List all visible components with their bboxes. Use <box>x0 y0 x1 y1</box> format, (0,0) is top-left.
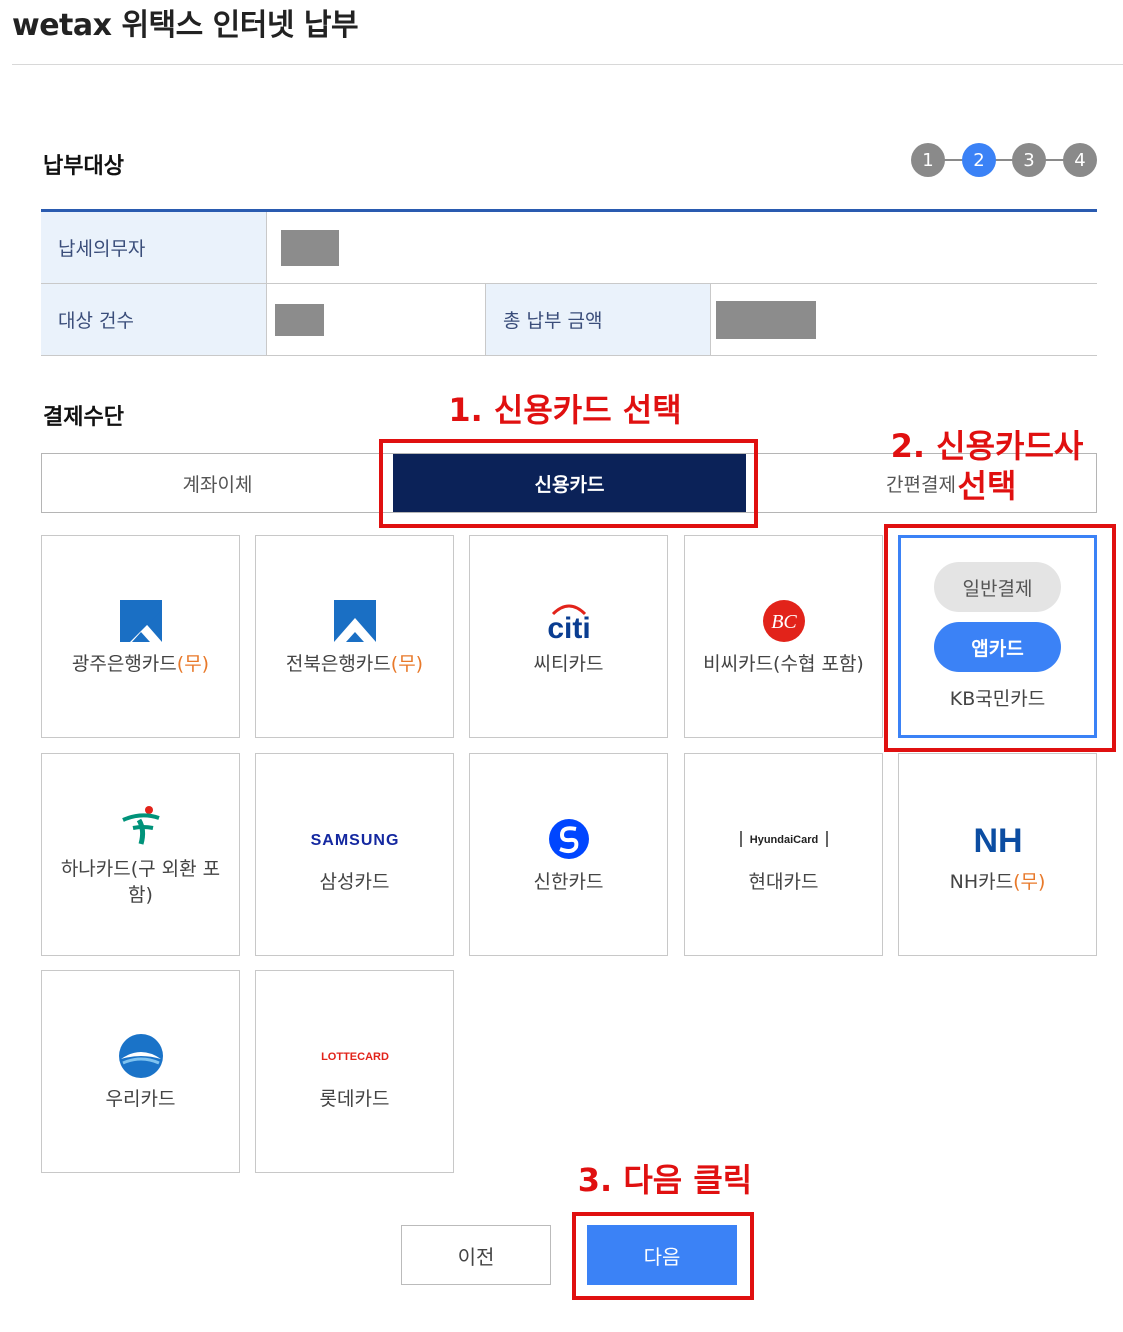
taxpayer-label: 납세의무자 <box>41 212 266 283</box>
shinhan-icon <box>548 815 590 863</box>
card-hyundai[interactable]: HyundaiCard 현대카드 <box>684 753 883 956</box>
total-value <box>710 284 1097 355</box>
bc-logo-text: BC <box>771 611 797 633</box>
card-bc[interactable]: BC 비씨카드(수협 포함) <box>684 535 883 738</box>
card-citi[interactable]: citi 씨티카드 <box>469 535 668 738</box>
free-fee-mark: (무) <box>176 652 210 675</box>
step-1: 1 <box>911 143 945 177</box>
lotte-card-icon: LOTTECARD <box>307 1032 403 1080</box>
annotation-box-kb-card <box>884 524 1116 752</box>
card-lotte[interactable]: LOTTECARD 롯데카드 <box>255 970 454 1173</box>
card-hana[interactable]: 하나카드(구 외환 포함) <box>41 753 240 956</box>
card-name: 하나카드(구 외환 포함) <box>60 857 221 906</box>
bc-icon: BC <box>762 597 806 645</box>
step-4: 4 <box>1063 143 1097 177</box>
gwangju-bank-icon <box>119 597 162 645</box>
card-name: 전북은행카드 <box>285 652 391 675</box>
title-divider <box>12 64 1123 65</box>
hyundai-card-icon: HyundaiCard <box>738 815 830 863</box>
target-section-title: 납부대상 <box>43 154 124 179</box>
tab-bank-transfer[interactable]: 계좌이체 <box>42 454 393 512</box>
citi-icon: citi <box>539 597 599 645</box>
annotation-step1: 1. 신용카드 선택 <box>448 391 682 429</box>
redacted-block <box>275 303 324 336</box>
taxpayer-value <box>266 212 1097 283</box>
card-nh[interactable]: NH NH카드(무) <box>898 753 1097 956</box>
free-fee-mark: (무) <box>390 652 424 675</box>
card-woori[interactable]: 우리카드 <box>41 970 240 1173</box>
samsung-icon: SAMSUNG <box>307 815 403 863</box>
count-value <box>266 284 485 355</box>
step-3: 3 <box>1012 143 1046 177</box>
card-name: 신한카드 <box>533 870 604 893</box>
card-name: 비씨카드(수협 포함) <box>703 652 864 675</box>
amount-row: 대상 건수 총 납부 금액 <box>41 284 1097 356</box>
card-shinhan[interactable]: 신한카드 <box>469 753 668 956</box>
card-jeonbuk[interactable]: 전북은행카드(무) <box>255 535 454 738</box>
annotation-box-credit-card <box>379 439 758 528</box>
step-2-active: 2 <box>962 143 996 177</box>
card-name: 씨티카드 <box>533 652 604 675</box>
woori-icon <box>118 1032 164 1080</box>
annotation-step3: 3. 다음 클릭 <box>577 1161 753 1199</box>
card-gwangju[interactable]: 광주은행카드(무) <box>41 535 240 738</box>
page-title: wetax 위택스 인터넷 납부 <box>12 8 359 43</box>
annotation-step2: 2. 신용카드사 선택 <box>890 427 1084 505</box>
hyundai-logo-text: HyundaiCard <box>749 834 817 846</box>
lotte-logo-text: LOTTECARD <box>321 1051 389 1063</box>
stepper-line <box>927 159 1081 161</box>
card-name: 광주은행카드 <box>71 652 177 675</box>
payment-section-title: 결제수단 <box>43 405 124 430</box>
target-info-table: 납세의무자 대상 건수 총 납부 금액 <box>41 209 1097 356</box>
card-name: NH카드 <box>949 870 1014 893</box>
citi-logo-text: citi <box>547 612 590 642</box>
hana-icon <box>119 802 163 850</box>
annotation-box-next <box>572 1212 754 1300</box>
progress-stepper: 1 2 3 4 <box>911 143 1097 177</box>
card-name: 현대카드 <box>748 870 819 893</box>
prev-button[interactable]: 이전 <box>401 1225 551 1285</box>
jeonbuk-bank-icon <box>333 597 376 645</box>
card-name: 롯데카드 <box>319 1087 390 1110</box>
card-name: 우리카드 <box>105 1087 176 1110</box>
redacted-block <box>281 229 339 266</box>
count-label: 대상 건수 <box>41 284 266 355</box>
total-label: 총 납부 금액 <box>485 284 710 355</box>
nh-logo-text: NH <box>973 822 1022 857</box>
nh-icon: NH <box>958 815 1038 863</box>
card-name: 삼성카드 <box>319 870 390 893</box>
redacted-block <box>716 300 816 339</box>
samsung-logo-text: SAMSUNG <box>310 832 399 849</box>
card-samsung[interactable]: SAMSUNG 삼성카드 <box>255 753 454 956</box>
taxpayer-row: 납세의무자 <box>41 212 1097 284</box>
free-fee-mark: (무) <box>1013 870 1046 893</box>
